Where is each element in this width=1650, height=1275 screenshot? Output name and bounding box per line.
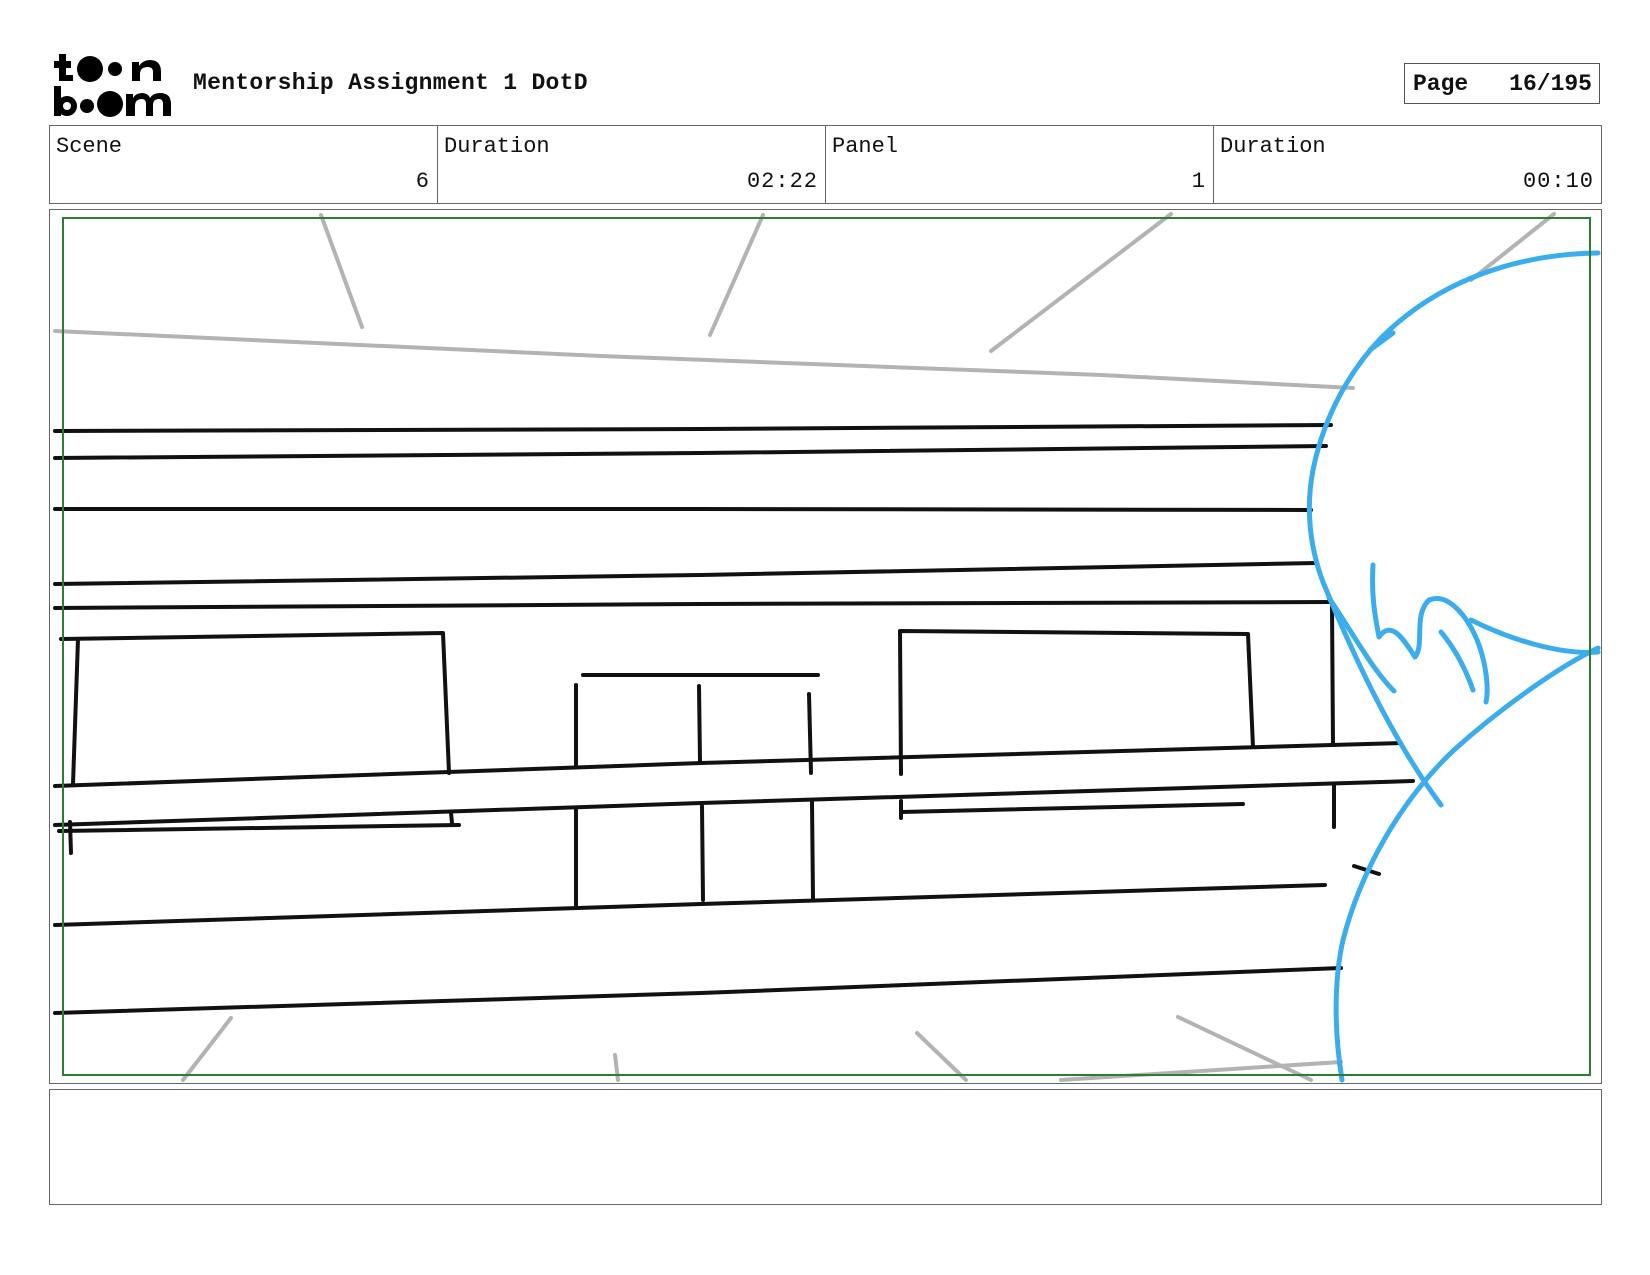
character-sketch bbox=[1306, 250, 1601, 1083]
scene-label: Scene bbox=[56, 134, 123, 159]
scene-value: 6 bbox=[415, 169, 430, 194]
scene-info-row: Scene 6 Duration 02:22 Panel 1 Duration … bbox=[49, 125, 1602, 204]
construction-lines bbox=[53, 212, 1556, 1082]
panel-duration-label: Duration bbox=[1220, 134, 1326, 159]
scene-duration-value: 02:22 bbox=[746, 169, 818, 194]
panel-image-frame bbox=[49, 209, 1602, 1084]
document-title: Mentorship Assignment 1 DotD bbox=[193, 70, 588, 96]
panel-notes-box[interactable] bbox=[49, 1089, 1602, 1205]
panel-duration-value: 00:10 bbox=[1522, 169, 1594, 194]
page-label: Page bbox=[1413, 70, 1469, 97]
panel-value: 1 bbox=[1191, 169, 1206, 194]
scene-duration-cell: Duration 02:22 bbox=[438, 126, 826, 203]
scene-cell: Scene 6 bbox=[50, 126, 438, 203]
page-number: 16/195 bbox=[1509, 70, 1592, 97]
background-ink-lines bbox=[53, 423, 1415, 1015]
page-indicator: Page 16/195 bbox=[1404, 63, 1600, 104]
panel-sketch bbox=[53, 212, 1601, 1083]
toon-boom-logo bbox=[54, 54, 171, 117]
panel-duration-cell: Duration 00:10 bbox=[1214, 126, 1601, 203]
scene-duration-label: Duration bbox=[444, 134, 550, 159]
panel-cell: Panel 1 bbox=[826, 126, 1214, 203]
panel-label: Panel bbox=[832, 134, 899, 159]
